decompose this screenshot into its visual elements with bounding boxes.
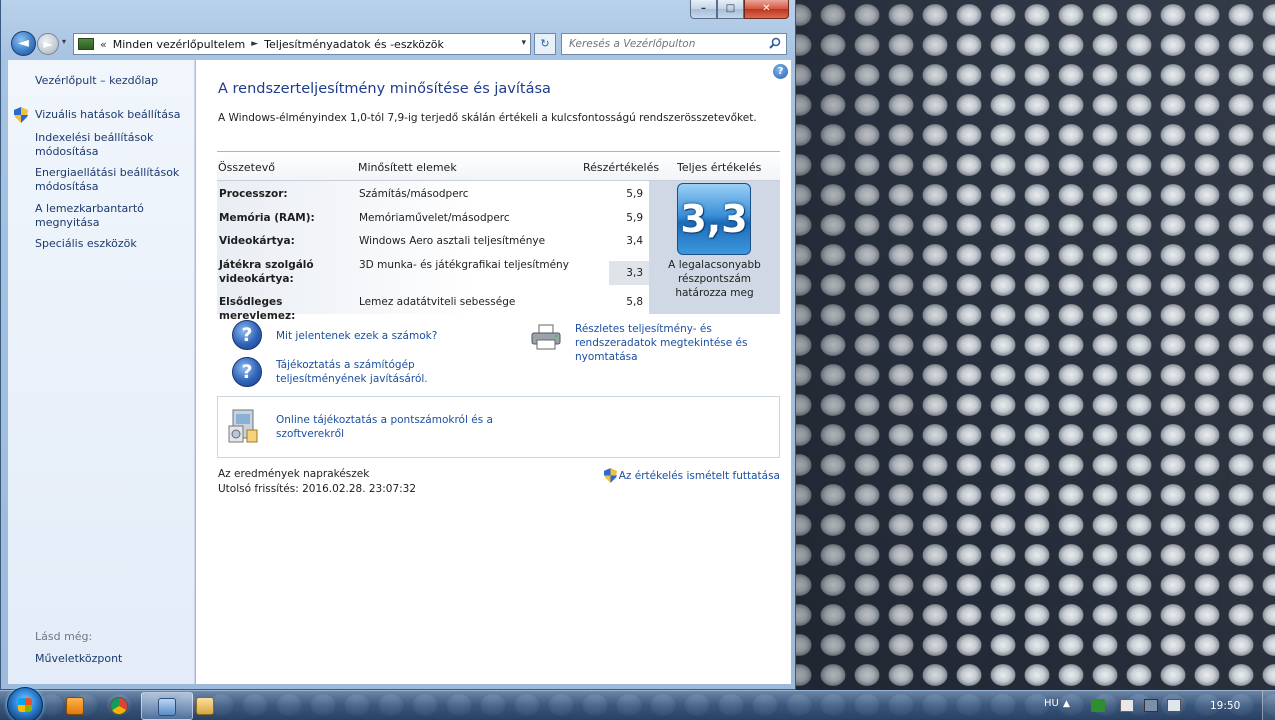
security-tray-icon[interactable] [1091, 699, 1105, 712]
control-panel-icon [78, 38, 94, 50]
control-panel-taskbar-icon [158, 698, 176, 716]
network-icon[interactable] [1144, 699, 1158, 712]
question-icon: ? [232, 320, 262, 350]
page-title: A rendszerteljesítmény minősítése és jav… [218, 81, 551, 97]
lowest-subscore-value: 3,3 [609, 261, 649, 285]
subscore-value: 3,4 [626, 235, 643, 247]
improve-performance-link[interactable]: Tájékoztatás a számítógép teljesítményén… [276, 358, 441, 386]
component-name: Játékra szolgáló videokártya: [219, 259, 314, 285]
header-base-score: Teljes értékelés [677, 161, 762, 174]
software-box-icon [228, 409, 258, 443]
subscore-value: 5,8 [626, 296, 643, 308]
rated-item: Lemez adatátviteli sebessége [359, 296, 516, 308]
recent-pages-dropdown[interactable]: ▾ [62, 37, 66, 46]
score-table: Összetevő Minősített elemek Részértékelé… [217, 151, 780, 322]
what-numbers-mean-link[interactable]: Mit jelentenek ezek a számok? [276, 329, 476, 343]
disk-cleanup-link[interactable]: A lemezkarbantartó megnyitása [35, 202, 185, 230]
online-info-box: Online tájékoztatás a pontszámokról és a… [217, 396, 780, 458]
forward-button[interactable]: ► [37, 33, 59, 55]
breadcrumb: Minden vezérlőpultelem ► Teljesítményada… [113, 38, 444, 51]
rated-item: Memóriaművelet/másodperc [359, 212, 510, 224]
refresh-button[interactable]: ↻ [534, 33, 556, 55]
rerun-assessment[interactable]: Az értékelés ismételt futtatása [603, 468, 780, 483]
chrome-icon [110, 697, 128, 715]
maximize-button[interactable]: □ [717, 0, 744, 19]
last-update-text: Utolsó frissítés: 2016.02.28. 23:07:32 [218, 483, 417, 495]
subscore-value: 5,9 [626, 212, 643, 224]
see-also-heading: Lásd még: [35, 630, 93, 643]
breadcrumb-overflow-button[interactable]: « [100, 38, 107, 51]
component-name: Elsődleges merevlemez: [219, 296, 296, 322]
header-component: Összetevő [218, 161, 275, 174]
header-subscore: Részértékelés [583, 161, 660, 174]
component-name: Videokártya: [219, 235, 295, 247]
navigation-bar: ◄ ► ▾ « Minden vezérlőpultelem ► Teljesí… [9, 30, 789, 58]
wallpaper-shading [790, 0, 1275, 690]
visual-effects-link[interactable]: Vizuális hatások beállítása [35, 108, 185, 122]
base-score-panel: 3,3 A legalacsonyabb részpontszám határo… [649, 181, 780, 314]
control-panel-home-link[interactable]: Vezérlőpult – kezdőlap [35, 74, 185, 88]
component-name: Processzor: [219, 188, 288, 200]
online-scores-software-link[interactable]: Online tájékoztatás a pontszámokról és a… [276, 413, 536, 441]
component-name: Memória (RAM): [219, 212, 315, 224]
score-table-header: Összetevő Minősített elemek Részértékelé… [217, 151, 780, 181]
rated-item: 3D munka- és játékgrafikai teljesítmény [359, 259, 569, 271]
rated-item: Windows Aero asztali teljesítménye [359, 235, 546, 247]
volume-muted-icon[interactable] [1167, 699, 1181, 712]
power-settings-link[interactable]: Energiaellátási beállítások módosítása [35, 166, 185, 194]
detailed-info-print-link[interactable]: Részletes teljesítmény- és rendszeradato… [575, 322, 785, 364]
action-center-flag-icon[interactable] [1120, 699, 1134, 712]
page-description: A Windows-élményindex 1,0-tól 7,9-ig ter… [218, 112, 757, 124]
search-icon[interactable] [769, 37, 781, 49]
minimize-button[interactable]: – [690, 0, 717, 19]
rated-item: Számítás/másodperc [359, 188, 469, 200]
subscore-value: 5,9 [626, 188, 643, 200]
breadcrumb-separator-arrow[interactable]: ► [251, 39, 258, 49]
uac-shield-icon [603, 468, 617, 483]
breadcrumb-performance[interactable]: Teljesítményadatok és -eszközök [264, 38, 444, 51]
action-center-link[interactable]: Műveletközpont [35, 652, 185, 666]
base-score-caption: A legalacsonyabb részpontszám határozza … [668, 259, 761, 299]
help-button[interactable]: ? [773, 64, 788, 79]
start-button[interactable] [7, 687, 43, 720]
caption-buttons: – □ ✕ [690, 0, 789, 19]
uac-shield-icon [14, 107, 28, 123]
address-dropdown-icon[interactable]: ▾ [521, 38, 526, 48]
advanced-tools-link[interactable]: Speciális eszközök [35, 237, 185, 251]
folder-icon [196, 697, 214, 715]
content-pane: ? A rendszerteljesítmény minősítése és j… [196, 60, 791, 684]
search-box[interactable] [561, 33, 787, 55]
status-text: Az eredmények naprakészek [218, 468, 370, 480]
search-input[interactable] [562, 38, 762, 50]
show-hidden-icons-button[interactable]: ▲ [1063, 699, 1070, 709]
breadcrumb-all-items[interactable]: Minden vezérlőpultelem [113, 38, 246, 51]
media-player-icon [66, 697, 84, 715]
printer-icon [531, 324, 561, 350]
base-score-tile: 3,3 [677, 183, 751, 255]
score-rows: Processzor: Számítás/másodperc 5,9 Memór… [217, 181, 780, 322]
language-indicator[interactable]: HU [1044, 698, 1059, 709]
rerun-assessment-link[interactable]: Az értékelés ismételt futtatása [619, 469, 780, 483]
back-button[interactable]: ◄ [11, 31, 36, 56]
control-panel-window: – □ ✕ ◄ ► ▾ « Minden vezérlőpultelem ► T… [0, 0, 796, 690]
header-rated-items: Minősített elemek [358, 161, 457, 174]
indexing-options-link[interactable]: Indexelési beállítások módosítása [35, 131, 185, 159]
task-pane: Vezérlőpult – kezdőlap Vizuális hatások … [8, 60, 195, 684]
show-desktop-button[interactable] [1262, 691, 1275, 720]
question-icon: ? [232, 357, 262, 387]
taskbar: HU ▲ 19:50 [0, 687, 1275, 720]
address-bar[interactable]: « Minden vezérlőpultelem ► Teljesítménya… [73, 33, 531, 55]
close-button[interactable]: ✕ [744, 0, 789, 19]
clock[interactable]: 19:50 [1210, 700, 1240, 712]
taskbar-chrome[interactable] [94, 692, 146, 720]
taskbar-explorer[interactable] [180, 692, 232, 720]
